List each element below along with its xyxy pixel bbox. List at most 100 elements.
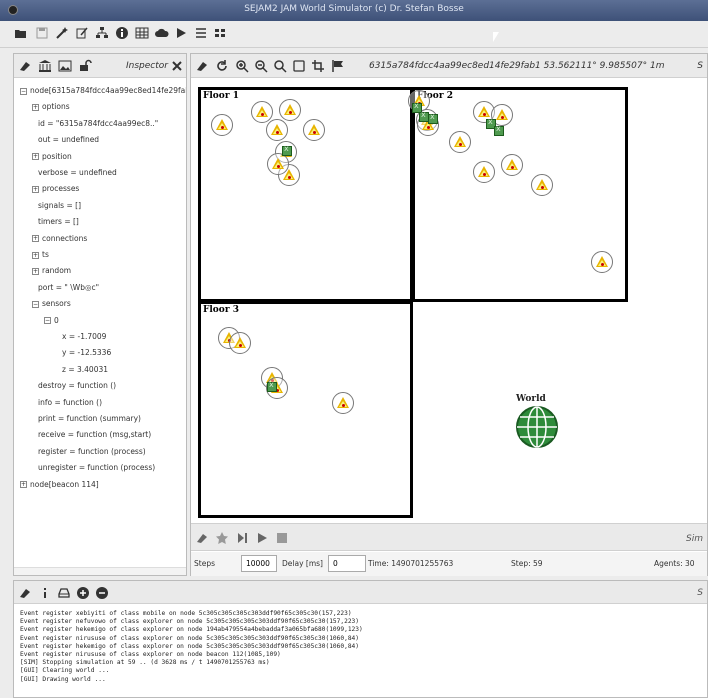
- edit-icon[interactable]: [75, 26, 89, 40]
- crop-icon[interactable]: [311, 59, 325, 73]
- agent-marker[interactable]: [266, 119, 288, 141]
- magic-wand-icon[interactable]: [55, 26, 69, 40]
- tree-node[interactable]: register = function (process): [32, 445, 146, 459]
- collapse-icon[interactable]: −: [20, 87, 27, 95]
- explorer-agent-marker[interactable]: [282, 144, 292, 156]
- agent-marker[interactable]: [531, 174, 553, 196]
- agent-marker[interactable]: [211, 114, 233, 136]
- tree-node[interactable]: −0: [44, 314, 59, 328]
- tree-node[interactable]: + random: [32, 264, 71, 278]
- play-icon[interactable]: [174, 26, 188, 40]
- tree-icon[interactable]: [95, 26, 109, 40]
- world-canvas[interactable]: Floor 1 Floor 2 Floor 3 World: [191, 79, 707, 523]
- eraser-icon[interactable]: [195, 59, 209, 73]
- tree-node[interactable]: + options: [32, 100, 70, 114]
- tree-node[interactable]: destroy = function (): [32, 379, 116, 393]
- tree-node[interactable]: timers = []: [32, 215, 79, 229]
- expand-icon[interactable]: +: [32, 185, 39, 193]
- tree-node[interactable]: + connections: [32, 232, 87, 246]
- save-icon[interactable]: [35, 26, 49, 40]
- tree-node-label: id = "6315a784fdcc4aa99ec8..": [38, 118, 159, 128]
- tree-node[interactable]: + node[beacon 114]: [20, 478, 99, 492]
- info-icon[interactable]: [38, 586, 52, 600]
- info-icon[interactable]: [115, 26, 129, 40]
- agent-marker[interactable]: [449, 131, 471, 153]
- collapse-icon[interactable]: −: [44, 317, 51, 325]
- collapse-icon[interactable]: −: [32, 300, 39, 308]
- tree-node[interactable]: x = -1.7009: [56, 330, 106, 344]
- zoom-out-icon[interactable]: [254, 59, 268, 73]
- run-icon[interactable]: [255, 531, 269, 545]
- tree-node[interactable]: y = -12.5336: [56, 346, 111, 360]
- table-icon[interactable]: [135, 26, 149, 40]
- inspector-tree: − node[6315a784fdcc4aa99ec8ed14fe29fab1] +…: [14, 84, 186, 564]
- add-icon[interactable]: [76, 586, 90, 600]
- world-globe-icon[interactable]: [516, 406, 558, 448]
- refresh-icon[interactable]: [215, 59, 229, 73]
- agent-marker[interactable]: [501, 154, 523, 176]
- grid-icon[interactable]: [213, 26, 227, 40]
- log-panel-label: S: [697, 588, 703, 598]
- agent-marker[interactable]: [473, 161, 495, 183]
- tree-node[interactable]: + position: [32, 150, 72, 164]
- tree-node[interactable]: z = 3.40031: [56, 363, 108, 377]
- step-icon[interactable]: [235, 531, 249, 545]
- eraser-icon[interactable]: [195, 531, 209, 545]
- tree-node[interactable]: + ts: [32, 248, 49, 262]
- inspector-label: Inspector: [126, 61, 168, 71]
- unlock-icon[interactable]: [78, 59, 92, 73]
- tree-node[interactable]: port = " \Wb◎c": [32, 281, 99, 295]
- star-icon[interactable]: [215, 531, 229, 545]
- agent-marker[interactable]: [251, 101, 273, 123]
- eraser-icon[interactable]: [18, 59, 32, 73]
- cloud-icon[interactable]: [155, 26, 169, 40]
- close-icon[interactable]: [170, 59, 184, 73]
- tree-node[interactable]: info = function (): [32, 396, 102, 410]
- folder-open-icon[interactable]: [14, 26, 28, 40]
- expand-icon[interactable]: +: [32, 251, 39, 259]
- tree-node[interactable]: receive = function (msg,start): [32, 428, 151, 442]
- flag-icon[interactable]: [331, 59, 345, 73]
- agent-marker[interactable]: [303, 119, 325, 141]
- explorer-agent-marker[interactable]: [428, 112, 438, 124]
- expand-icon[interactable]: +: [32, 103, 39, 111]
- eraser-icon[interactable]: [18, 586, 32, 600]
- tree-node-label: processes: [42, 184, 80, 194]
- image-icon[interactable]: [58, 59, 72, 73]
- expand-icon[interactable]: +: [32, 267, 39, 275]
- tree-node[interactable]: verbose = undefined: [32, 166, 117, 180]
- zoom-fit-icon[interactable]: [273, 59, 287, 73]
- expand-icon[interactable]: +: [32, 235, 39, 243]
- tree-node[interactable]: − node[6315a784fdcc4aa99ec8ed14fe29fab1]: [20, 84, 186, 98]
- agent-marker[interactable]: [279, 99, 301, 121]
- tree-node[interactable]: − sensors: [32, 297, 71, 311]
- remove-icon[interactable]: [95, 586, 109, 600]
- steps-input[interactable]: [241, 555, 277, 572]
- tree-node[interactable]: + processes: [32, 182, 79, 196]
- delay-input[interactable]: [328, 555, 366, 572]
- horizontal-scrollbar[interactable]: [14, 567, 186, 575]
- explorer-agent-marker[interactable]: [494, 124, 504, 136]
- agent-marker[interactable]: [332, 392, 354, 414]
- inspector-toolbar: Inspector: [14, 54, 186, 78]
- list-icon[interactable]: [194, 26, 208, 40]
- square-icon[interactable]: [292, 59, 306, 73]
- expand-icon[interactable]: +: [20, 481, 27, 489]
- tree-node-label: 0: [54, 315, 59, 325]
- stop-icon[interactable]: [275, 531, 289, 545]
- bank-icon[interactable]: [38, 59, 52, 73]
- agent-marker[interactable]: [229, 332, 251, 354]
- tree-node[interactable]: print = function (summary): [32, 412, 141, 426]
- tree-node[interactable]: unregister = function (process): [32, 461, 155, 475]
- tree-node[interactable]: id = "6315a784fdcc4aa99ec8..": [32, 117, 158, 131]
- tree-node[interactable]: signals = []: [32, 199, 81, 213]
- agent-marker[interactable]: [591, 251, 613, 273]
- explorer-agent-marker[interactable]: [267, 380, 277, 392]
- tree-node-label: receive = function (msg,start): [38, 430, 152, 440]
- world-panel-label: S: [697, 61, 703, 71]
- tree-node[interactable]: out = undefined: [32, 133, 99, 147]
- zoom-in-icon[interactable]: [235, 59, 249, 73]
- expand-icon[interactable]: +: [32, 153, 39, 161]
- drive-icon[interactable]: [57, 586, 71, 600]
- agent-marker[interactable]: [267, 153, 289, 175]
